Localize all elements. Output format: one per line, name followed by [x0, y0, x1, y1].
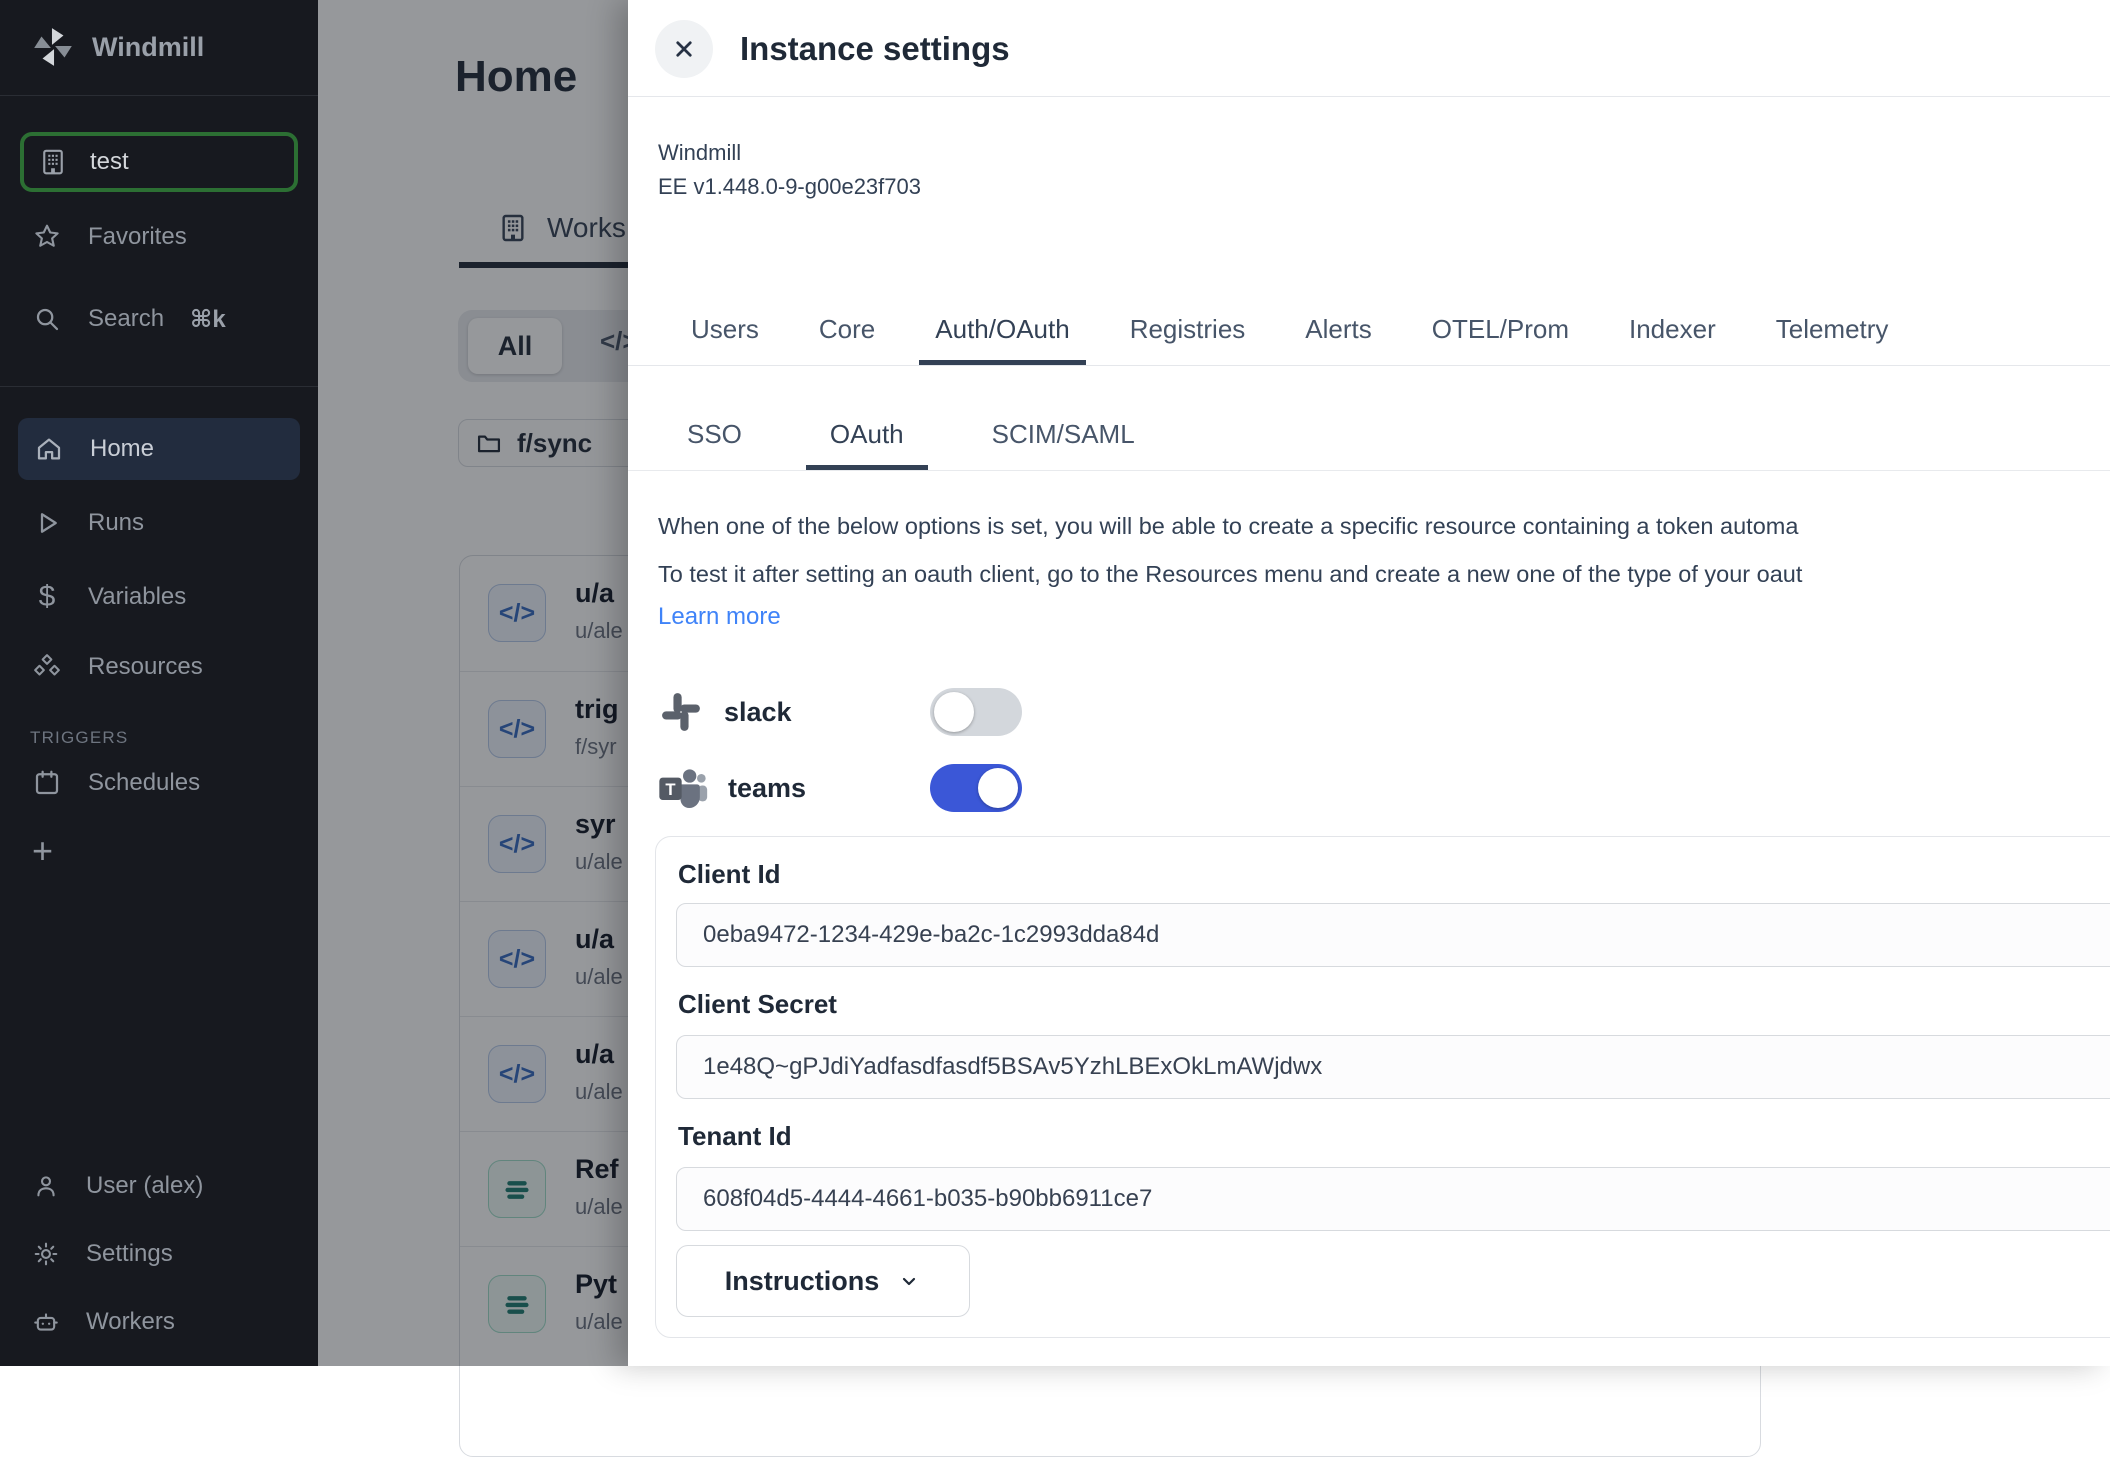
tab-indexer[interactable]: Indexer	[1613, 308, 1732, 365]
cubes-icon	[32, 652, 62, 682]
slack-row: slack	[658, 686, 1758, 738]
sidebar-item-home[interactable]: Home	[18, 418, 300, 480]
client-secret-input[interactable]	[676, 1035, 2110, 1099]
tab-core[interactable]: Core	[803, 308, 891, 365]
slack-label: slack	[724, 697, 884, 728]
sidebar-item-favorites[interactable]: Favorites	[32, 222, 187, 252]
user-icon	[32, 1172, 60, 1200]
toggle-knob	[934, 692, 974, 732]
svg-text:T: T	[665, 780, 675, 799]
slack-icon	[658, 689, 704, 735]
instructions-label: Instructions	[725, 1266, 880, 1297]
dollar-icon: $	[32, 580, 62, 614]
tenant-id-input[interactable]	[676, 1167, 2110, 1231]
tenant-id-label: Tenant Id	[678, 1121, 792, 1152]
client-id-input[interactable]	[676, 903, 2110, 967]
sidebar-item-settings[interactable]: Settings	[32, 1240, 173, 1268]
sidebar-item-workers[interactable]: Workers	[32, 1308, 175, 1336]
sidebar-item-search[interactable]: Search ⌘k	[32, 304, 226, 334]
close-icon	[669, 34, 699, 64]
add-trigger-button[interactable]: +	[32, 830, 53, 872]
tab-otel-prom[interactable]: OTEL/Prom	[1416, 308, 1585, 365]
tab-registries[interactable]: Registries	[1114, 308, 1262, 365]
divider	[0, 386, 318, 387]
tab-users[interactable]: Users	[675, 308, 775, 365]
teams-icon: T	[658, 766, 708, 810]
drawer-title: Instance settings	[740, 30, 1010, 68]
calendar-icon	[32, 768, 62, 798]
gear-icon	[32, 1240, 60, 1268]
subtab-oauth[interactable]: OAuth	[806, 413, 928, 470]
close-button[interactable]	[655, 20, 713, 78]
client-secret-label: Client Secret	[678, 989, 837, 1020]
brand[interactable]: Windmill	[30, 24, 204, 70]
learn-more-link[interactable]: Learn more	[658, 603, 781, 631]
subtab-sso[interactable]: SSO	[663, 413, 766, 470]
toggle-knob	[978, 768, 1018, 808]
robot-icon	[32, 1308, 60, 1336]
star-icon	[32, 222, 62, 252]
sidebar-item-label: Favorites	[88, 223, 187, 251]
teams-label: teams	[728, 773, 888, 804]
auth-subtabs: SSO OAuth SCIM/SAML	[628, 413, 2110, 471]
search-shortcut: ⌘k	[190, 305, 226, 334]
search-icon	[32, 304, 62, 334]
sidebar-item-label: Home	[90, 435, 154, 463]
sidebar-item-label: Workers	[86, 1308, 175, 1336]
oauth-description: When one of the below options is set, yo…	[658, 502, 2110, 598]
version-string: EE v1.448.0-9-g00e23f703	[658, 170, 921, 204]
description-line-2: To test it after setting an oauth client…	[658, 550, 2110, 598]
version-info: Windmill EE v1.448.0-9-g00e23f703	[658, 136, 921, 204]
sidebar-item-label: Variables	[88, 583, 186, 611]
sidebar-item-label: Resources	[88, 653, 203, 681]
building-icon	[38, 147, 68, 177]
sidebar-item-label: Search	[88, 305, 164, 333]
sidebar-item-label: Settings	[86, 1240, 173, 1268]
sidebar-item-resources[interactable]: Resources	[32, 652, 203, 682]
chevron-down-icon	[897, 1269, 921, 1293]
sidebar-item-schedules[interactable]: Schedules	[32, 768, 200, 798]
brand-label: Windmill	[92, 32, 204, 63]
sidebar-item-user[interactable]: User (alex)	[32, 1172, 203, 1200]
sidebar-item-runs[interactable]: Runs	[32, 508, 144, 538]
divider	[0, 95, 318, 96]
settings-tabs: Users Core Auth/OAuth Registries Alerts …	[628, 308, 2110, 366]
workspace-label: test	[90, 148, 129, 176]
play-icon	[32, 508, 62, 538]
tab-auth-oauth[interactable]: Auth/OAuth	[919, 308, 1085, 365]
triggers-heading: TRIGGERS	[30, 728, 128, 748]
teams-row: T teams	[658, 762, 1758, 814]
sidebar-item-label: Schedules	[88, 769, 200, 797]
description-line-1: When one of the below options is set, yo…	[658, 502, 2110, 550]
teams-config-panel: Client Id Client Secret Tenant Id Instru…	[655, 836, 2110, 1338]
subtab-scim-saml[interactable]: SCIM/SAML	[968, 413, 1159, 470]
tab-alerts[interactable]: Alerts	[1289, 308, 1387, 365]
sidebar-item-label: Runs	[88, 509, 144, 537]
instructions-button[interactable]: Instructions	[676, 1245, 970, 1317]
teams-toggle[interactable]	[930, 764, 1022, 812]
sidebar: Windmill test Favorites	[0, 0, 318, 1366]
client-id-label: Client Id	[678, 859, 781, 890]
workspace-selector[interactable]: test	[20, 132, 298, 192]
sidebar-item-variables[interactable]: $ Variables	[32, 580, 186, 614]
sidebar-item-label: User (alex)	[86, 1172, 203, 1200]
divider	[628, 96, 2110, 97]
app-name: Windmill	[658, 136, 921, 170]
tab-telemetry[interactable]: Telemetry	[1760, 308, 1905, 365]
instance-settings-drawer: Instance settings Windmill EE v1.448.0-9…	[628, 0, 2110, 1366]
slack-toggle[interactable]	[930, 688, 1022, 736]
windmill-logo-icon	[30, 24, 76, 70]
home-icon	[34, 434, 64, 464]
